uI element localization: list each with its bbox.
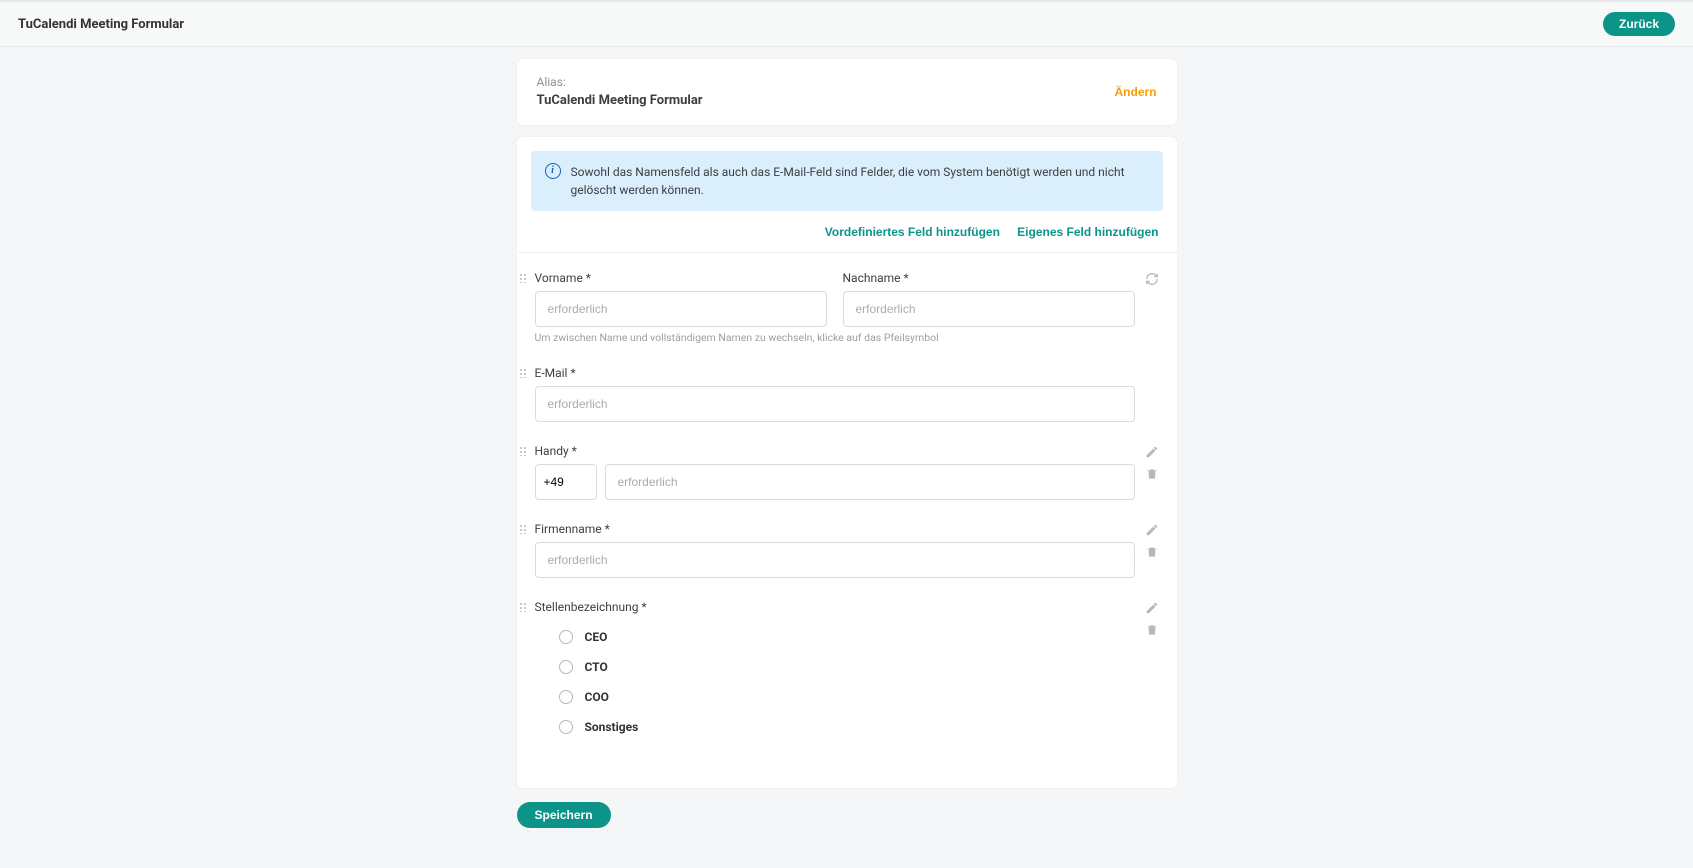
add-field-links: Vordefiniertes Feld hinzufügen Eigenes F… (517, 221, 1177, 253)
drag-handle-icon[interactable] (519, 273, 531, 285)
form-card: i Sowohl das Namensfeld als auch das E-M… (517, 137, 1177, 788)
info-text: Sowohl das Namensfeld als auch das E-Mai… (571, 163, 1149, 199)
company-label: Firmenname * (535, 522, 1159, 536)
page-title: TuCalendi Meeting Formular (18, 17, 184, 32)
radio-option[interactable]: CTO (535, 652, 1135, 682)
email-input[interactable] (535, 386, 1135, 422)
field-jobtitle-row: Stellenbezeichnung * CEO CTO COO (535, 600, 1159, 742)
drag-handle-icon[interactable] (519, 368, 531, 380)
alias-change-button[interactable]: Ändern (1115, 85, 1157, 99)
radio-option[interactable]: Sonstiges (535, 712, 1135, 742)
company-input[interactable] (535, 542, 1135, 578)
first-name-label: Vorname * (535, 271, 827, 285)
radio-icon (559, 690, 573, 704)
last-name-input[interactable] (843, 291, 1135, 327)
delete-field-button[interactable] (1144, 466, 1160, 482)
jobtitle-label: Stellenbezeichnung * (535, 600, 1159, 614)
radio-icon (559, 720, 573, 734)
back-button[interactable]: Zurück (1603, 12, 1675, 36)
phone-prefix-input[interactable] (535, 464, 597, 500)
phone-input[interactable] (605, 464, 1135, 500)
info-banner: i Sowohl das Namensfeld als auch das E-M… (531, 151, 1163, 211)
footer-row: Speichern (517, 802, 1177, 828)
radio-label: CTO (585, 660, 608, 674)
last-name-label: Nachname * (843, 271, 1135, 285)
first-name-input[interactable] (535, 291, 827, 327)
delete-field-button[interactable] (1144, 622, 1160, 638)
topbar: TuCalendi Meeting Formular Zurück (0, 0, 1693, 47)
radio-label: CEO (585, 630, 608, 644)
jobtitle-radio-group: CEO CTO COO Sonstiges (535, 622, 1159, 742)
delete-field-button[interactable] (1144, 544, 1160, 560)
alias-card: Alias: TuCalendi Meeting Formular Ändern (517, 59, 1177, 125)
field-email-row: E-Mail * (535, 366, 1159, 422)
field-phone-row: Handy * (535, 444, 1159, 500)
radio-option[interactable]: CEO (535, 622, 1135, 652)
phone-label: Handy * (535, 444, 1159, 458)
add-custom-field-button[interactable]: Eigenes Feld hinzufügen (1017, 225, 1158, 239)
drag-handle-icon[interactable] (519, 446, 531, 458)
name-helper-text: Um zwischen Name und vollständigem Namen… (535, 331, 1159, 344)
field-name-row: Vorname * Nachname * Um zwischen Name un… (535, 271, 1159, 344)
add-predefined-field-button[interactable]: Vordefiniertes Feld hinzufügen (825, 225, 1000, 239)
radio-option[interactable]: COO (535, 682, 1135, 712)
edit-field-button[interactable] (1144, 522, 1160, 538)
radio-label: COO (585, 690, 609, 704)
radio-label: Sonstiges (585, 720, 639, 734)
edit-field-button[interactable] (1144, 600, 1160, 616)
field-company-row: Firmenname * (535, 522, 1159, 578)
alias-value: TuCalendi Meeting Formular (537, 91, 703, 111)
radio-icon (559, 630, 573, 644)
info-icon: i (545, 163, 561, 179)
radio-icon (559, 660, 573, 674)
swap-name-mode-button[interactable] (1144, 271, 1160, 287)
email-label: E-Mail * (535, 366, 1159, 380)
edit-field-button[interactable] (1144, 444, 1160, 460)
canvas: Alias: TuCalendi Meeting Formular Ändern… (0, 47, 1693, 868)
save-button[interactable]: Speichern (517, 802, 611, 828)
drag-handle-icon[interactable] (519, 602, 531, 614)
alias-label: Alias: (537, 73, 703, 91)
drag-handle-icon[interactable] (519, 524, 531, 536)
